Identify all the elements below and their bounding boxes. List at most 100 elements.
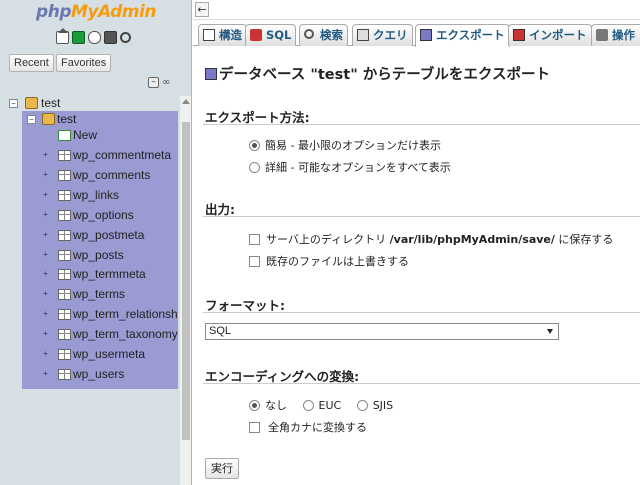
expand-icon[interactable]: + [41, 191, 50, 200]
home-icon[interactable] [56, 28, 69, 44]
table-name[interactable]: wp_comments [73, 166, 178, 184]
new-table-icon [58, 130, 71, 141]
overwrite-checkbox[interactable] [249, 256, 260, 267]
expand-icon[interactable]: + [41, 211, 50, 220]
help-icon[interactable] [104, 31, 117, 44]
table-icon [58, 309, 71, 320]
quick-radio[interactable] [249, 140, 260, 151]
table-icon [58, 289, 71, 300]
link-with-main-icon[interactable]: ∞ [162, 77, 174, 88]
reload-icon[interactable] [120, 32, 131, 43]
favorites-button[interactable]: Favorites [56, 54, 112, 72]
expand-icon[interactable]: + [41, 370, 50, 379]
scroll-up-icon[interactable] [182, 99, 190, 104]
dropdown-arrow-icon [547, 329, 553, 334]
divider [203, 312, 640, 313]
expand-icon[interactable]: + [41, 231, 50, 240]
expand-icon[interactable]: + [41, 171, 50, 180]
new-table-link[interactable]: New [73, 126, 97, 144]
expand-icon[interactable]: + [41, 310, 50, 319]
tab-query[interactable]: クエリ [352, 24, 413, 46]
expand-icon[interactable]: + [41, 251, 50, 260]
table-icon [58, 329, 71, 340]
encoding-euc-radio[interactable] [302, 400, 314, 411]
table-icon [58, 170, 71, 181]
collapse-icon[interactable]: − [9, 99, 18, 108]
tab-import[interactable]: インポート [508, 24, 592, 46]
back-arrow-icon[interactable]: ← [195, 2, 209, 17]
export-method-custom[interactable]: 詳細 - 可能なオプションをすべて表示 [249, 159, 451, 175]
database-icon [25, 97, 38, 109]
divider [203, 124, 640, 125]
tab-export[interactable]: エクスポート [415, 24, 510, 47]
table-name[interactable]: wp_commentmeta [73, 146, 178, 164]
top-bar: ← [193, 0, 640, 20]
tab-operations[interactable]: 操作 [591, 24, 640, 46]
tab-sql[interactable]: SQL [245, 24, 297, 46]
sql-query-icon[interactable] [72, 31, 85, 44]
save-on-server-checkbox[interactable] [249, 234, 260, 245]
table-name[interactable]: wp_postmeta [73, 226, 178, 244]
export-method-quick[interactable]: 簡易 - 最小限のオプションだけ表示 [249, 137, 441, 153]
scrollbar-thumb[interactable] [182, 122, 190, 440]
search-icon [304, 29, 314, 39]
recent-button[interactable]: Recent [9, 54, 54, 72]
expand-icon[interactable]: + [41, 270, 50, 279]
collapse-all-icon[interactable]: – [148, 77, 159, 88]
export-icon [420, 29, 432, 41]
divider [203, 216, 640, 217]
table-icon [58, 210, 71, 221]
import-icon [513, 29, 525, 41]
table-icon [58, 230, 71, 241]
table-name[interactable]: wp_terms [73, 285, 178, 303]
encoding-none[interactable]: なし [249, 399, 287, 412]
table-icon [58, 269, 71, 280]
expand-icon[interactable]: + [41, 330, 50, 339]
tab-bar: 構造 SQL 検索 クエリ エクスポート インポート 操作 [193, 24, 640, 47]
encoding-none-radio[interactable] [249, 400, 260, 411]
encoding-sjis-radio[interactable] [356, 400, 368, 411]
nav-scrollbar[interactable] [179, 96, 191, 485]
tab-search[interactable]: 検索 [299, 24, 348, 46]
save-on-server-option[interactable]: サーバ上のディレクトリ /var/lib/phpMyAdmin/save/ に保… [249, 231, 613, 247]
table-name[interactable]: wp_termmeta [73, 265, 178, 283]
expand-icon[interactable]: + [41, 350, 50, 359]
table-icon [58, 369, 71, 380]
navigation-panel: phpMyAdmin Recent Favorites – ∞ − test −… [0, 0, 192, 485]
kana-checkbox[interactable] [249, 422, 260, 433]
nav-icon-bar [56, 28, 131, 44]
table-icon [58, 190, 71, 201]
database-icon [42, 113, 55, 125]
divider [203, 383, 640, 384]
table-name[interactable]: wp_users [73, 365, 178, 383]
export-icon [205, 68, 217, 80]
query-icon [357, 29, 369, 41]
docs-icon[interactable] [88, 31, 101, 44]
table-name[interactable]: wp_term_taxonomy [73, 325, 178, 343]
tab-structure[interactable]: 構造 [198, 24, 247, 46]
format-select[interactable]: SQL [205, 323, 559, 340]
expand-icon[interactable]: + [41, 290, 50, 299]
encoding-sjis[interactable]: SJIS [356, 399, 393, 412]
overwrite-option[interactable]: 既存のファイルは上書きする [249, 253, 409, 269]
operations-icon [596, 29, 608, 41]
table-icon [58, 150, 71, 161]
encoding-euc[interactable]: EUC [302, 399, 341, 412]
custom-radio[interactable] [249, 162, 260, 173]
table-name[interactable]: wp_links [73, 186, 178, 204]
phpmyadmin-logo[interactable]: phpMyAdmin [0, 2, 192, 22]
main-panel: ← 構造 SQL 検索 クエリ エクスポート インポート 操作 データベース "… [193, 0, 640, 485]
collapse-icon[interactable]: − [27, 115, 36, 124]
encoding-options: なし EUC SJIS [249, 397, 393, 413]
table-icon [58, 349, 71, 360]
sql-icon [250, 29, 262, 41]
table-name[interactable]: wp_posts [73, 246, 178, 264]
table-name[interactable]: wp_term_relationships [73, 305, 178, 323]
expand-icon[interactable]: + [41, 151, 50, 160]
structure-icon [203, 29, 215, 41]
run-button[interactable]: 実行 [205, 458, 239, 479]
table-name[interactable]: wp_usermeta [73, 345, 178, 363]
kana-option[interactable]: 全角カナに変換する [249, 419, 367, 435]
table-name[interactable]: wp_options [73, 206, 178, 224]
table-icon [58, 250, 71, 261]
